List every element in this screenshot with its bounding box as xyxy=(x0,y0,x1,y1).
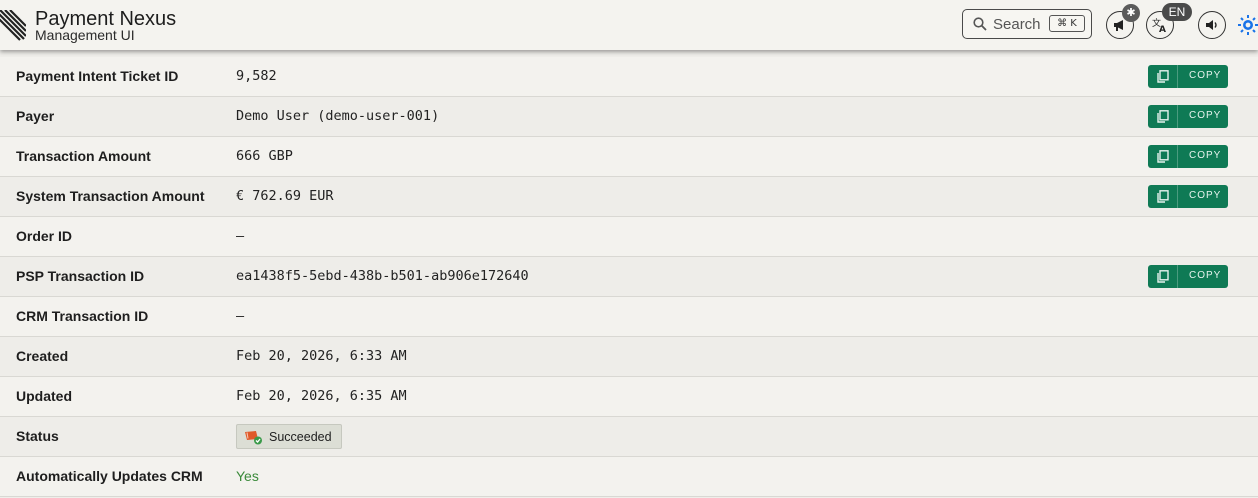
row-value: Demo User (demo-user-001) xyxy=(236,108,440,124)
table-row: Payment Intent Ticket ID 9,582 COPY xyxy=(0,57,1258,97)
copy-icon xyxy=(1157,110,1169,123)
table-row: Created Feb 20, 2026, 6:33 AM xyxy=(0,337,1258,377)
row-label: Payment Intent Ticket ID xyxy=(16,68,179,84)
table-row: Transaction Amount 666 GBP COPY xyxy=(0,137,1258,177)
row-label: CRM Transaction ID xyxy=(16,308,149,324)
success-ticket-icon xyxy=(245,431,262,445)
copy-divider xyxy=(1177,145,1178,168)
copy-button[interactable]: COPY xyxy=(1148,145,1228,168)
copy-icon xyxy=(1157,270,1169,283)
status-badge: Succeeded xyxy=(236,424,342,449)
row-label: Automatically Updates CRM xyxy=(16,468,203,484)
row-label: Transaction Amount xyxy=(16,148,151,164)
table-row: PSP Transaction ID ea1438f5-5ebd-438b-b5… xyxy=(0,257,1258,297)
copy-icon xyxy=(1157,190,1169,203)
copy-button[interactable]: COPY xyxy=(1148,65,1228,88)
row-value: – xyxy=(236,308,245,324)
copy-label: COPY xyxy=(1189,190,1222,201)
crm-auto-update-value: Yes xyxy=(236,468,259,484)
row-label: Payer xyxy=(16,108,55,124)
app-subtitle: Management UI xyxy=(35,27,135,43)
copy-divider xyxy=(1177,265,1178,288)
table-row: Payer Demo User (demo-user-001) COPY xyxy=(0,97,1258,137)
top-bar: Payment Nexus Management UI Search ⌘ K ✱… xyxy=(0,0,1258,50)
row-label: Updated xyxy=(16,388,72,404)
svg-text:A: A xyxy=(1159,25,1166,33)
copy-icon xyxy=(1157,70,1169,83)
search-shortcut: ⌘ K xyxy=(1049,15,1085,32)
row-label: Status xyxy=(16,428,59,444)
copy-divider xyxy=(1177,105,1178,128)
row-label: Order ID xyxy=(16,228,73,244)
language-label: EN xyxy=(1162,3,1192,21)
copy-divider xyxy=(1177,185,1178,208)
app: Payment Nexus Management UI Search ⌘ K ✱… xyxy=(0,0,1258,498)
row-value: 9,582 xyxy=(236,68,277,84)
row-value: Feb 20, 2026, 6:33 AM xyxy=(236,348,407,364)
row-label: PSP Transaction ID xyxy=(16,268,145,284)
detail-table: Payment Intent Ticket ID 9,582 COPY Paye… xyxy=(0,57,1258,497)
row-label: System Transaction Amount xyxy=(16,188,205,204)
copy-button[interactable]: COPY xyxy=(1148,265,1228,288)
copy-label: COPY xyxy=(1189,110,1222,121)
table-row: Updated Feb 20, 2026, 6:35 AM xyxy=(0,377,1258,417)
copy-icon xyxy=(1157,150,1169,163)
sound-button[interactable] xyxy=(1198,11,1226,39)
row-label: Created xyxy=(16,348,69,364)
row-value: 666 GBP xyxy=(236,148,293,164)
table-row: System Transaction Amount € 762.69 EUR C… xyxy=(0,177,1258,217)
notification-badge: ✱ xyxy=(1122,4,1140,22)
row-value: Feb 20, 2026, 6:35 AM xyxy=(236,388,407,404)
logo-icon xyxy=(0,10,26,41)
search-label: Search xyxy=(993,16,1041,33)
copy-button[interactable]: COPY xyxy=(1148,185,1228,208)
table-row: Order ID – xyxy=(0,217,1258,257)
copy-label: COPY xyxy=(1189,270,1222,281)
row-value: ea1438f5-5ebd-438b-b501-ab906e172640 xyxy=(236,268,529,284)
table-row: Automatically Updates CRM Yes xyxy=(0,457,1258,497)
status-text: Succeeded xyxy=(269,430,332,444)
table-row: CRM Transaction ID – xyxy=(0,297,1258,337)
copy-divider xyxy=(1177,65,1178,88)
search-icon xyxy=(973,17,987,31)
search-box[interactable]: Search ⌘ K xyxy=(962,9,1092,39)
copy-label: COPY xyxy=(1189,150,1222,161)
copy-label: COPY xyxy=(1189,70,1222,81)
row-value: – xyxy=(236,228,245,244)
row-value: € 762.69 EUR xyxy=(236,188,334,204)
table-row: Status Succeeded xyxy=(0,417,1258,457)
sun-icon[interactable] xyxy=(1238,14,1258,36)
copy-button[interactable]: COPY xyxy=(1148,105,1228,128)
speaker-icon xyxy=(1206,20,1217,30)
